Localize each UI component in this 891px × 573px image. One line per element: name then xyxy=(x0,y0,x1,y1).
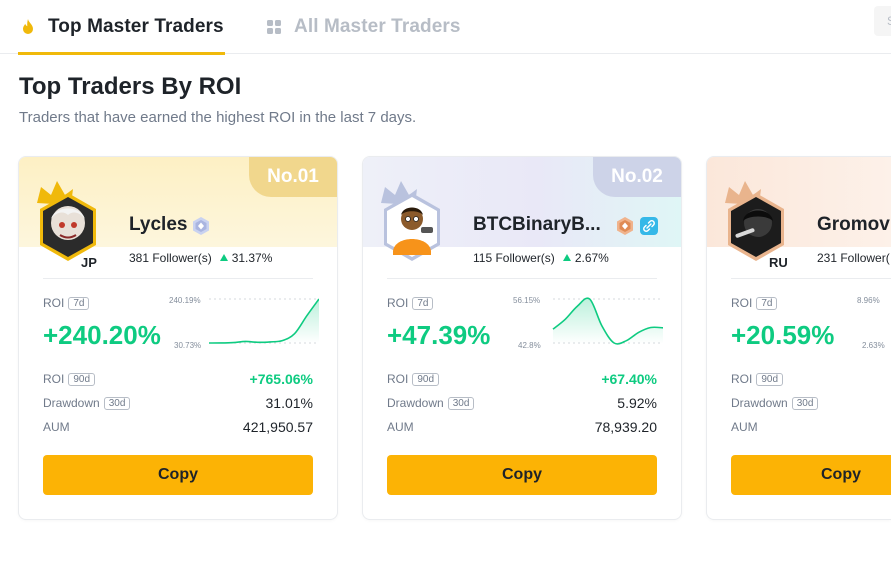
rank-badge: No.01 xyxy=(249,157,337,197)
drawdown-label: Drawdown xyxy=(731,396,788,410)
up-arrow-icon xyxy=(219,254,228,261)
trader-card[interactable]: No.01 JP Lycles 381 Follower(s) 31.37% RO… xyxy=(18,156,338,520)
roi-7d-value: +240.20% xyxy=(43,320,161,350)
roi-90d-value: +765.06% xyxy=(249,371,313,387)
flame-icon xyxy=(20,19,36,35)
follower-count: 381 Follower(s) xyxy=(129,251,212,265)
section-subtitle: Traders that have earned the highest ROI… xyxy=(19,109,417,126)
aum-value: 78,939.20 xyxy=(594,419,657,435)
follower-info: 115 Follower(s) 2.67% xyxy=(473,251,609,265)
roi-label-text: ROI xyxy=(731,296,753,310)
drawdown-row: Drawdown 30d xyxy=(731,394,819,412)
active-tab-indicator xyxy=(18,52,225,55)
period-tag: 7d xyxy=(68,296,90,310)
period-tag: 7d xyxy=(756,296,778,310)
country-code: JP xyxy=(81,255,97,270)
roi-90d-row: ROI 90d +765.06% xyxy=(43,370,313,388)
aum-row: AUM 78,939.20 xyxy=(387,418,657,436)
avatar[interactable] xyxy=(377,179,447,263)
roi-label-text: ROI xyxy=(731,372,753,386)
period-tag: 30d xyxy=(447,396,475,410)
copy-button[interactable]: Copy xyxy=(731,455,891,495)
up-arrow-icon xyxy=(562,254,571,261)
link-icon xyxy=(640,217,658,235)
trader-name[interactable]: Lycles xyxy=(129,214,187,236)
aum-value: 421,950.57 xyxy=(242,419,313,435)
follower-count: 231 Follower( xyxy=(817,251,890,265)
copy-button-label: Copy xyxy=(158,466,198,483)
diamond-level-icon xyxy=(193,217,209,235)
tab-all-master-traders[interactable]: All Master Traders xyxy=(266,0,461,54)
roi-7d-label: ROI 7d xyxy=(43,296,90,310)
avatar[interactable] xyxy=(721,179,791,263)
follower-change: 31.37% xyxy=(231,251,273,265)
roi-7d-label: ROI 7d xyxy=(387,296,434,310)
section-title: Top Traders By ROI xyxy=(19,73,242,100)
trader-name[interactable]: Gromov xyxy=(817,214,890,236)
aum-row: AUM 421,950.57 xyxy=(43,418,313,436)
tab-label: All Master Traders xyxy=(294,16,461,37)
roi-label-text: ROI xyxy=(43,372,65,386)
divider xyxy=(731,278,891,279)
search-input[interactable]: S xyxy=(874,6,891,36)
drawdown-value: 5.92% xyxy=(617,395,657,411)
roi-7d-value: +47.39% xyxy=(387,320,491,350)
period-tag: 90d xyxy=(756,372,784,386)
drawdown-value: 31.01% xyxy=(265,395,313,411)
roi-sparkline xyxy=(552,297,663,345)
follower-info: 231 Follower( xyxy=(817,251,890,265)
drawdown-row: Drawdown 30d 5.92% xyxy=(387,394,657,412)
follower-count: 115 Follower(s) xyxy=(473,251,555,265)
copy-button-label: Copy xyxy=(502,466,542,483)
follower-info: 381 Follower(s) 31.37% xyxy=(129,251,272,265)
roi-sparkline xyxy=(208,298,319,344)
tab-label: Top Master Traders xyxy=(48,16,224,37)
rank-badge: No.02 xyxy=(593,157,681,197)
copy-button[interactable]: Copy xyxy=(387,455,657,495)
aum-label: AUM xyxy=(43,420,70,434)
tab-bar: Top Master Traders All Master Traders S xyxy=(0,0,891,55)
roi-90d-row: ROI 90d +67.40% xyxy=(387,370,657,388)
period-tag: 30d xyxy=(791,396,819,410)
roi-7d-label: ROI 7d xyxy=(731,296,778,310)
aum-label: AUM xyxy=(387,420,414,434)
aum-label: AUM xyxy=(731,420,758,434)
sparkline-min-label: 2.63% xyxy=(862,341,885,350)
drawdown-label: Drawdown xyxy=(43,396,100,410)
avatar[interactable] xyxy=(33,179,103,263)
period-tag: 30d xyxy=(103,396,131,410)
copy-button[interactable]: Copy xyxy=(43,455,313,495)
roi-90d-row: ROI 90d xyxy=(731,370,784,388)
period-tag: 7d xyxy=(412,296,434,310)
trader-card[interactable]: RU Gromov 231 Follower( ROI 7d +20.59% 8.… xyxy=(706,156,891,520)
roi-label-text: ROI xyxy=(387,296,409,310)
trader-card[interactable]: No.02 BTCBinaryB... 115 Follower(s) 2.67%… xyxy=(362,156,682,520)
divider xyxy=(43,278,313,279)
roi-label-text: ROI xyxy=(387,372,409,386)
drawdown-row: Drawdown 30d 31.01% xyxy=(43,394,313,412)
aum-row: AUM xyxy=(731,418,758,436)
roi-90d-value: +67.40% xyxy=(601,371,657,387)
sparkline-max-label: 8.96% xyxy=(857,296,880,305)
divider xyxy=(387,278,657,279)
tab-top-master-traders[interactable]: Top Master Traders xyxy=(18,0,225,55)
grid-icon xyxy=(266,19,282,35)
trader-name[interactable]: BTCBinaryB... xyxy=(473,214,601,236)
copy-button-label: Copy xyxy=(821,466,861,483)
period-tag: 90d xyxy=(412,372,440,386)
roi-7d-value: +20.59% xyxy=(731,320,835,350)
bronze-level-icon xyxy=(617,217,633,235)
follower-change: 2.67% xyxy=(574,251,609,265)
country-code: RU xyxy=(769,255,788,270)
period-tag: 90d xyxy=(68,372,96,386)
drawdown-label: Drawdown xyxy=(387,396,444,410)
roi-label-text: ROI xyxy=(43,296,65,310)
